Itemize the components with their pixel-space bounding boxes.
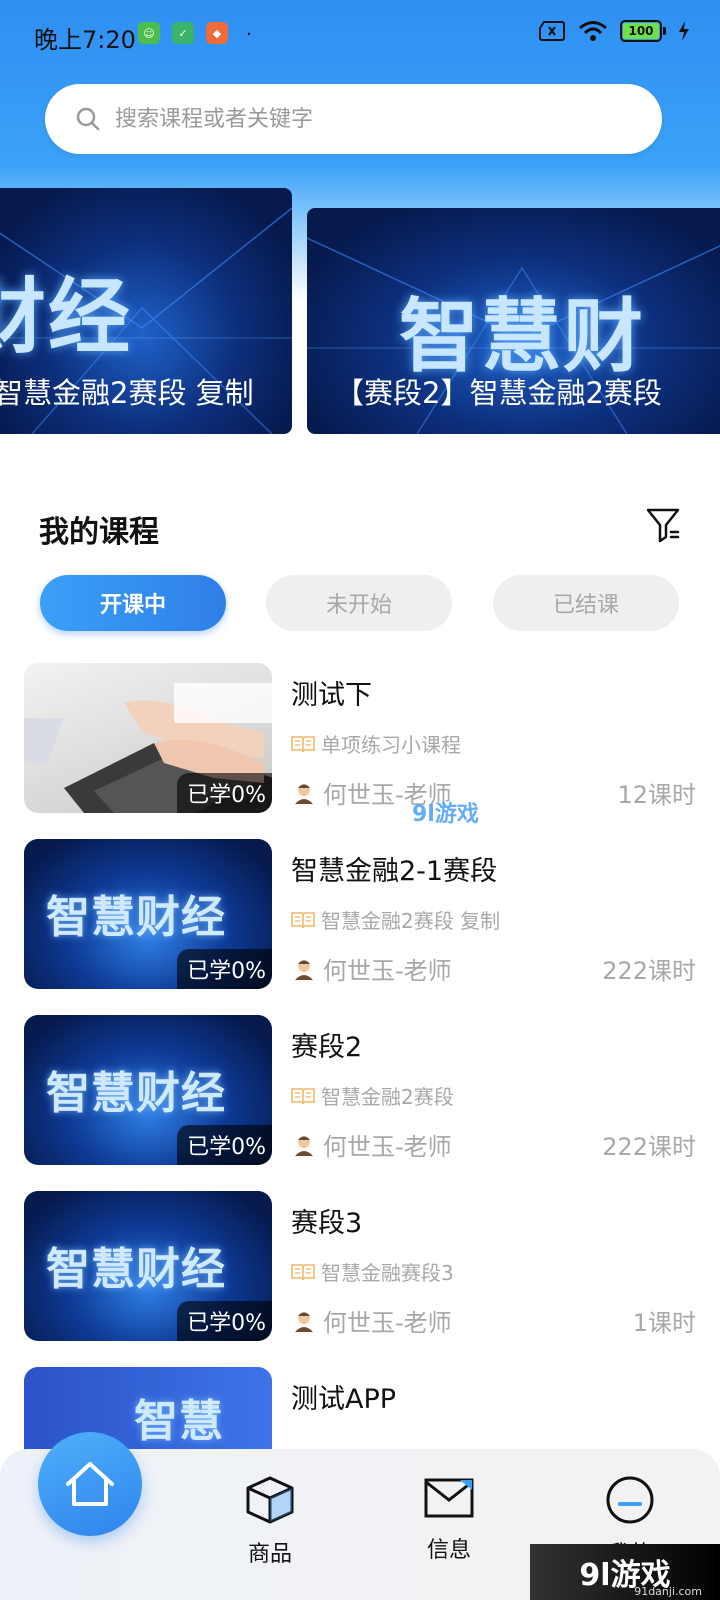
- nav-goods[interactable]: 商品: [215, 1474, 325, 1568]
- course-item[interactable]: 智慧财经 已学0% 赛段2 智慧金融2赛段 何世玉-老师 222课时: [0, 1015, 720, 1175]
- course-hours: 1课时: [632, 1309, 696, 1337]
- course-teacher: 何世玉-老师: [293, 951, 452, 986]
- my-courses-title: 我的课程: [39, 515, 159, 550]
- nav-messages[interactable]: 信息: [394, 1474, 504, 1564]
- tab-finished[interactable]: 已结课: [493, 575, 679, 631]
- teacher-name: 何世玉-老师: [323, 957, 452, 985]
- teacher-avatar-icon: [295, 1135, 313, 1156]
- course-category: 智慧金融2赛段 复制: [291, 905, 500, 934]
- profile-icon: [606, 1476, 654, 1524]
- book-icon: [291, 911, 315, 928]
- sim-error-icon: [539, 21, 565, 41]
- teacher-name: 何世玉-老师: [323, 1309, 452, 1337]
- course-category: 单项练习小课程: [291, 729, 461, 758]
- teacher-name: 何世玉-老师: [323, 1133, 452, 1161]
- teacher-avatar-icon: [295, 959, 313, 980]
- course-thumbnail: 智慧财经 已学0%: [24, 1015, 272, 1165]
- course-category-label: 单项练习小课程: [321, 733, 461, 757]
- banner-big-text: 财经: [0, 270, 133, 365]
- course-hours: 12课时: [617, 781, 696, 809]
- box-icon: [246, 1476, 294, 1524]
- course-title: 赛段3: [291, 1208, 363, 1239]
- progress-badge: 已学0%: [177, 1125, 272, 1165]
- progress-badge: 已学0%: [177, 949, 272, 989]
- battery-indicator: 100: [620, 20, 666, 42]
- mail-icon: [424, 1478, 474, 1518]
- banner-caption: 智慧金融2赛段 复制: [0, 376, 254, 410]
- course-banner-1[interactable]: 财经 智慧金融2赛段 复制: [0, 188, 292, 434]
- course-title: 赛段2: [291, 1032, 363, 1063]
- course-status-tabs: 开课中 未开始 已结课: [0, 575, 720, 631]
- course-item[interactable]: 智慧财经 已学0% 赛段3 智慧金融赛段3 何世玉-老师 1课时: [0, 1191, 720, 1351]
- nav-goods-label: 商品: [247, 1542, 292, 1567]
- course-title: 测试APP: [291, 1384, 397, 1415]
- nav-messages-label: 信息: [426, 1538, 471, 1563]
- progress-badge: 已学0%: [177, 1301, 272, 1341]
- course-category-label: 智慧金融赛段3: [321, 1261, 454, 1285]
- course-title: 智慧金融2-1赛段: [291, 856, 498, 887]
- course-category: 智慧金融2赛段: [291, 1081, 454, 1110]
- banner-caption: 【赛段2】智慧金融2赛段: [335, 376, 662, 410]
- filter-icon[interactable]: [645, 506, 681, 544]
- wechat-notification-icon: ☺: [138, 22, 160, 44]
- watermark-url: 91danji.com: [634, 1585, 702, 1598]
- more-notifications-dot: ·: [246, 24, 252, 45]
- tab-in-progress[interactable]: 开课中: [40, 575, 226, 631]
- book-icon: [291, 1087, 315, 1104]
- course-category-label: 智慧金融2赛段 复制: [321, 909, 501, 933]
- status-time: 晚上7:20: [34, 26, 136, 54]
- teacher-avatar-icon: [295, 783, 313, 804]
- battery-level: 100: [623, 23, 659, 39]
- course-item[interactable]: 已学0% 测试下 单项练习小课程 何世玉-老师 12课时: [0, 663, 720, 823]
- progress-badge: 已学0%: [177, 773, 272, 813]
- course-thumbnail: 已学0%: [24, 663, 272, 813]
- course-title: 测试下: [291, 680, 372, 711]
- shield-app-icon: ✓: [172, 22, 194, 44]
- wifi-icon: [579, 21, 607, 41]
- book-icon: [291, 1263, 315, 1280]
- course-item[interactable]: 智慧财经 已学0% 智慧金融2-1赛段 智慧金融2赛段 复制 何世玉-老师 22…: [0, 839, 720, 999]
- tab-not-started[interactable]: 未开始: [266, 575, 452, 631]
- course-banner-2[interactable]: 智慧财 【赛段2】智慧金融2赛段: [307, 208, 720, 434]
- thumbnail-text: 智慧财经: [46, 1244, 226, 1295]
- course-thumbnail: 智慧财经 已学0%: [24, 839, 272, 989]
- thumbnail-text: 智慧财经: [46, 892, 226, 943]
- charging-icon: [679, 21, 689, 41]
- search-bar[interactable]: [45, 84, 662, 154]
- watermark-overlay: 9l游戏: [412, 802, 479, 827]
- teacher-avatar-icon: [295, 1311, 313, 1332]
- thumbnail-text: 智慧财经: [46, 1068, 226, 1119]
- nav-home-button[interactable]: 首页: [38, 1432, 142, 1536]
- course-teacher: 何世玉-老师: [293, 1303, 452, 1338]
- search-input[interactable]: [115, 106, 595, 132]
- search-icon: [76, 107, 100, 131]
- course-teacher: 何世玉-老师: [293, 1127, 452, 1162]
- course-thumbnail: 智慧财经 已学0%: [24, 1191, 272, 1341]
- book-icon: [291, 735, 315, 752]
- course-hours: 222课时: [602, 1133, 696, 1161]
- site-watermark: 9l游戏 91danji.com: [530, 1544, 720, 1600]
- course-category-label: 智慧金融2赛段: [321, 1085, 454, 1109]
- course-hours: 222课时: [602, 957, 696, 985]
- status-bar: 晚上7:20 ☺ ✓ ◆ · 100: [0, 0, 720, 70]
- course-category: 智慧金融赛段3: [291, 1257, 454, 1286]
- thumbnail-text: 智慧: [134, 1396, 224, 1447]
- shopping-app-icon: ◆: [206, 22, 228, 44]
